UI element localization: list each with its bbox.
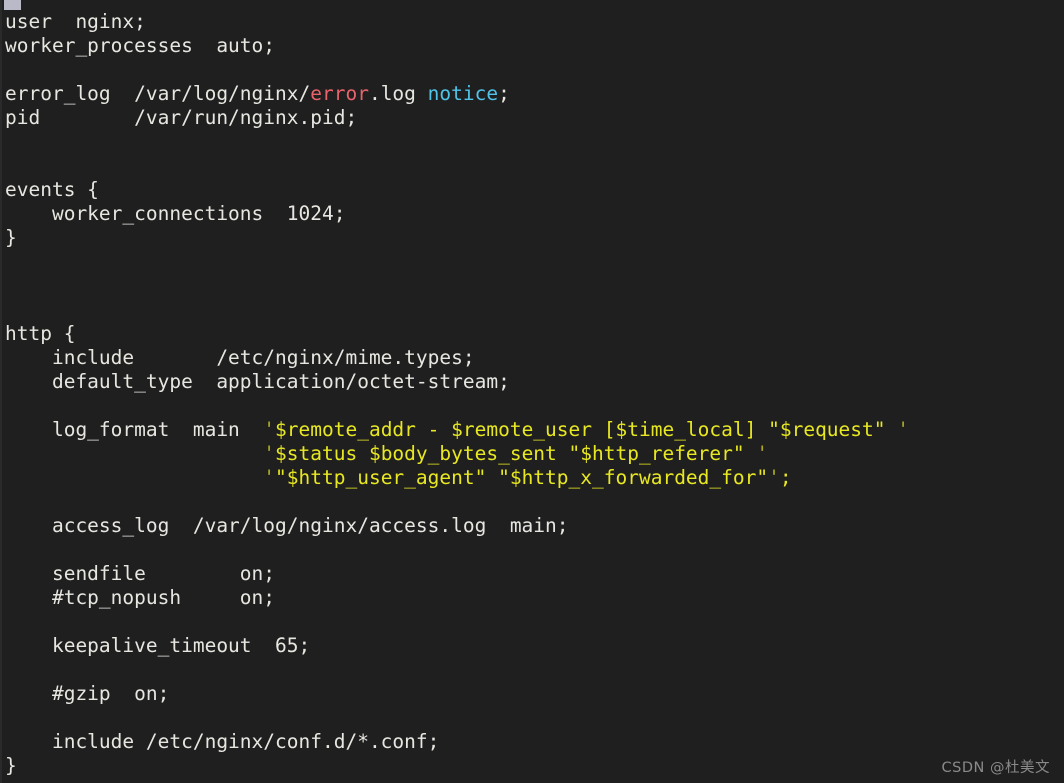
code-token: worker_connections 1024; [5,202,346,225]
code-token: error [310,82,369,105]
code-line[interactable]: #tcp_nopush on; [0,586,1064,610]
code-token: user nginx; [5,10,146,33]
code-token: events { [5,178,99,201]
text-cursor [4,0,21,10]
code-token: ' [263,418,276,441]
code-token: } [5,754,17,777]
code-token: $remote_addr - $remote_user [$time_local… [275,418,898,441]
code-line[interactable]: http { [0,322,1064,346]
code-token: worker_processes auto; [5,34,276,57]
code-line[interactable] [0,490,1064,514]
code-line[interactable] [0,610,1064,634]
code-line[interactable]: keepalive_timeout 65; [0,634,1064,658]
code-line[interactable] [0,394,1064,418]
code-token: ' [756,442,769,465]
code-token: "$http_user_agent" "$http_x_forwarded_fo… [275,466,769,489]
code-line[interactable] [0,130,1064,154]
editor-text-area[interactable]: user nginx; worker_processes auto; error_… [0,10,1064,783]
code-line[interactable]: #gzip on; [0,682,1064,706]
code-token: error_log /var/log/nginx/ [5,82,311,105]
code-token: ' [263,466,276,489]
code-line[interactable]: worker_processes auto; [0,34,1064,58]
code-token: pid /var/run/nginx.pid; [5,106,358,129]
code-token: notice [427,82,499,105]
code-token: $status $body_bytes_sent "$http_referer" [275,442,757,465]
code-token: ' [897,418,910,441]
code-line[interactable]: worker_connections 1024; [0,202,1064,226]
code-token: include /etc/nginx/mime.types; [5,346,475,369]
code-token: ' [263,442,276,465]
terminal-screen: user nginx; worker_processes auto; error_… [0,0,1064,783]
vim-tilde-marker: ~ [0,778,1064,783]
code-line[interactable]: log_format main '$remote_addr - $remote_… [0,418,1064,442]
code-line[interactable]: pid /var/run/nginx.pid; [0,106,1064,130]
code-line[interactable]: } [0,226,1064,250]
code-line[interactable]: include /etc/nginx/conf.d/*.conf; [0,730,1064,754]
code-line[interactable] [0,298,1064,322]
code-line[interactable]: '"$http_user_agent" "$http_x_forwarded_f… [0,466,1064,490]
csdn-watermark: CSDN @杜美文 [941,760,1050,776]
code-line[interactable] [0,250,1064,274]
code-token: ; [779,466,792,489]
code-token: #gzip on; [5,682,170,705]
code-line[interactable]: events { [0,178,1064,202]
code-token: include /etc/nginx/conf.d/*.conf; [5,730,440,753]
code-line[interactable] [0,154,1064,178]
code-token: http { [5,322,76,345]
code-line[interactable]: } [0,754,1064,778]
code-line[interactable]: include /etc/nginx/mime.types; [0,346,1064,370]
code-token: keepalive_timeout 65; [5,634,311,657]
code-token: sendfile on; [5,562,276,585]
code-line[interactable] [0,538,1064,562]
code-token: access_log /var/log/nginx/access.log mai… [5,514,569,537]
code-token: #tcp_nopush on; [5,586,276,609]
code-line[interactable]: '$status $body_bytes_sent "$http_referer… [0,442,1064,466]
code-token: } [5,226,17,249]
code-line[interactable]: sendfile on; [0,562,1064,586]
code-token: ' [768,466,780,489]
code-token: log_format main [5,418,264,441]
code-line[interactable] [0,706,1064,730]
code-line[interactable] [0,58,1064,82]
code-token: ; [498,82,510,105]
code-line[interactable]: error_log /var/log/nginx/error.log notic… [0,82,1064,106]
code-line[interactable] [0,658,1064,682]
code-line[interactable]: default_type application/octet-stream; [0,370,1064,394]
code-line[interactable]: user nginx; [0,10,1064,34]
code-line[interactable] [0,274,1064,298]
code-token: .log [368,82,428,105]
code-line[interactable]: access_log /var/log/nginx/access.log mai… [0,514,1064,538]
code-token: default_type application/octet-stream; [5,370,510,393]
